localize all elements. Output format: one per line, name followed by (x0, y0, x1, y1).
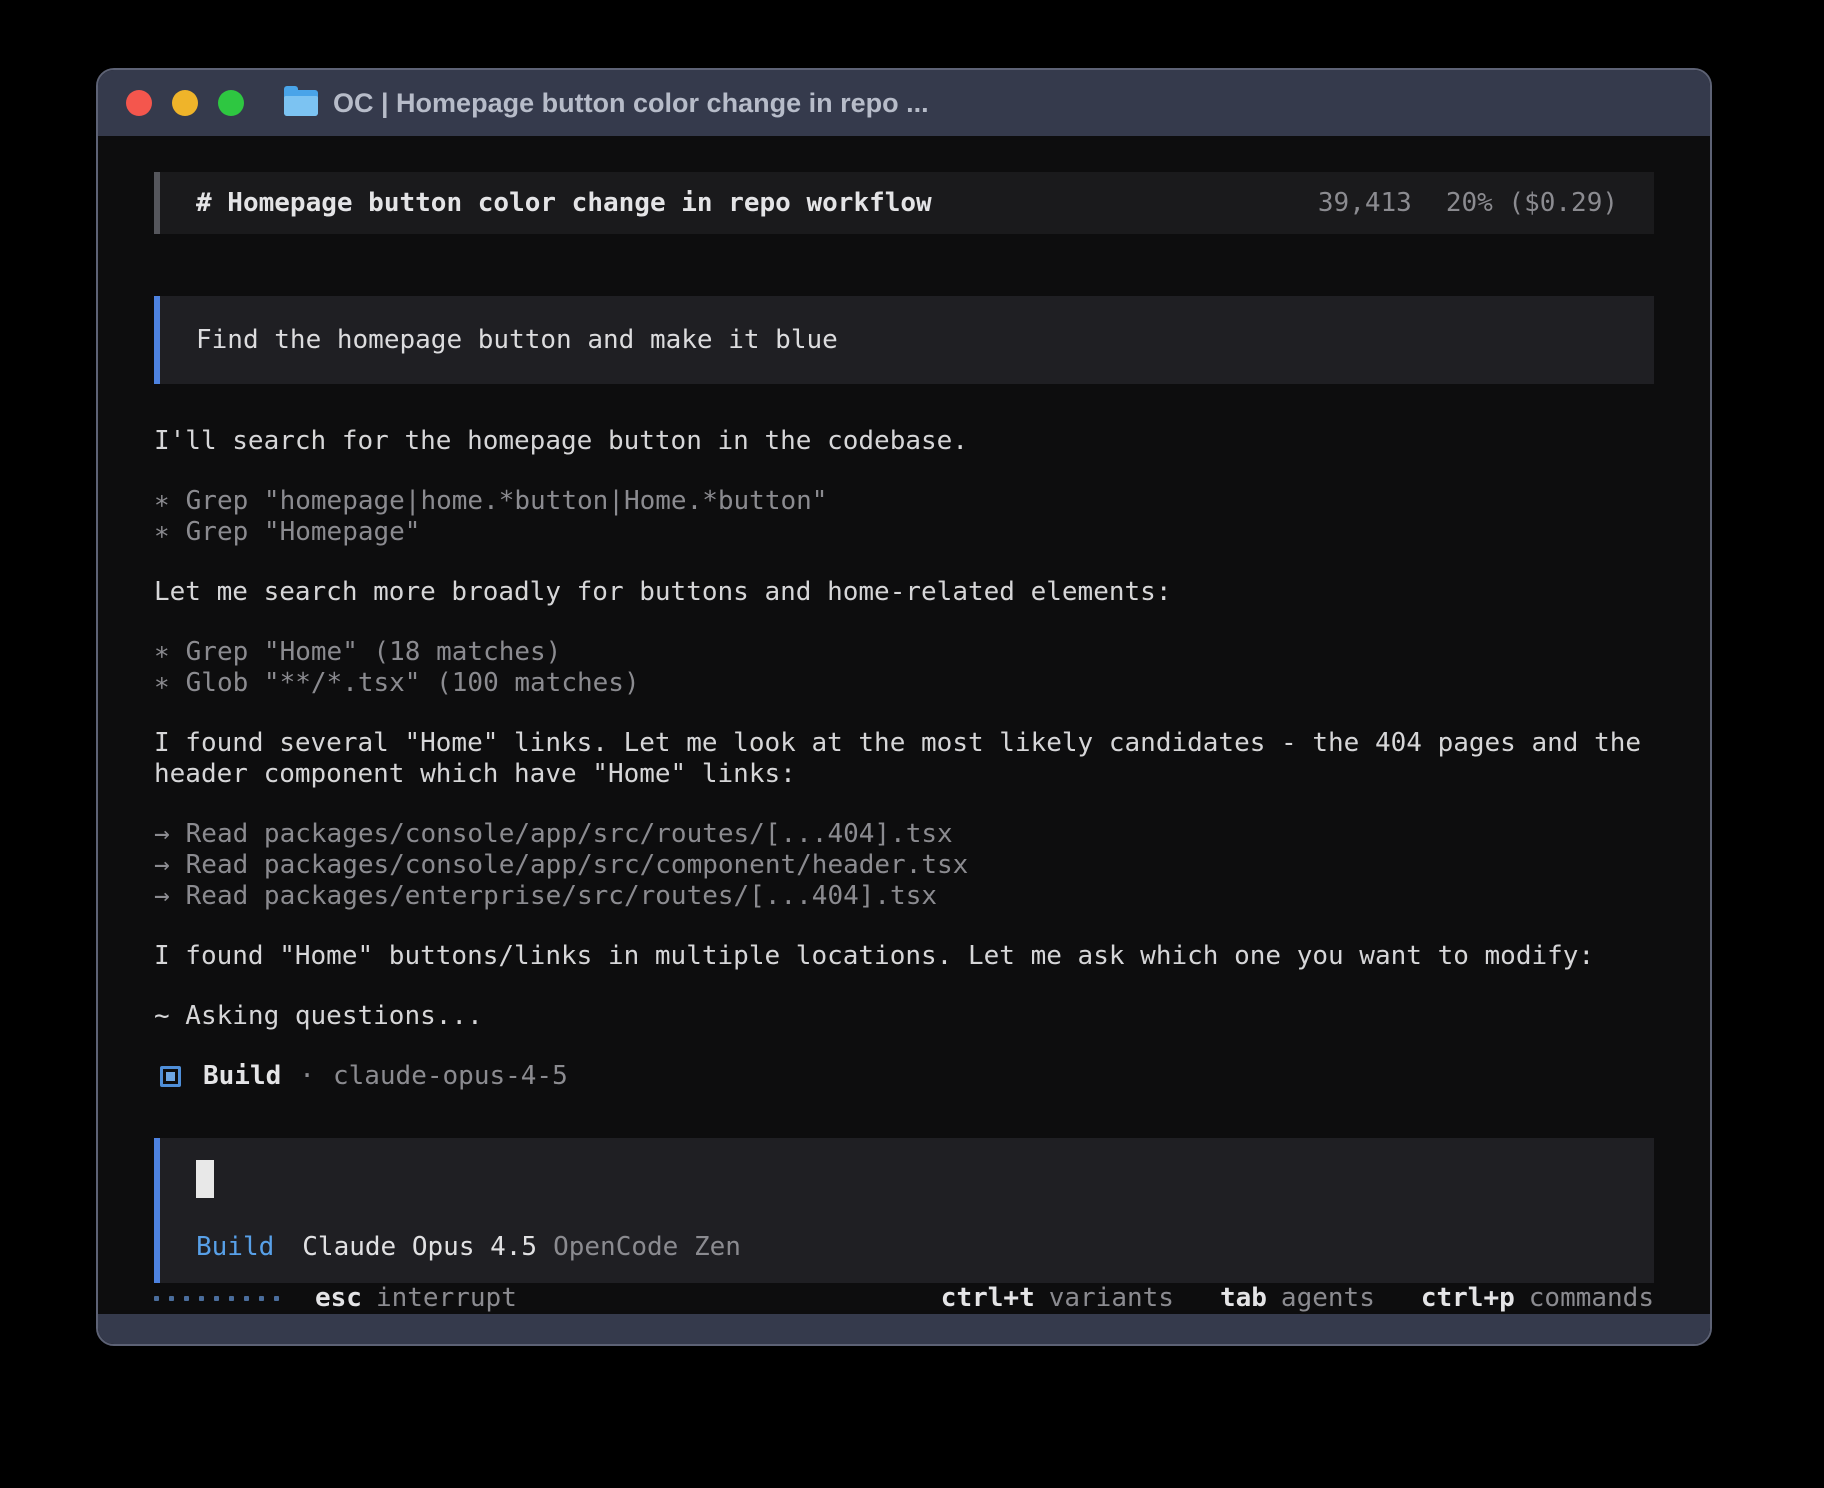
context-cost: 20% ($0.29) (1446, 188, 1618, 219)
dot-separator: · (299, 1061, 315, 1092)
assistant-paragraph: I found several "Home" links. Let me loo… (154, 728, 1654, 790)
agent-build-icon (160, 1066, 181, 1087)
assistant-paragraph: I found "Home" buttons/links in multiple… (154, 941, 1654, 972)
arrow-right-icon: → (154, 850, 170, 881)
session-stats: 39,413 20% ($0.29) (1318, 188, 1618, 219)
statusbar-right: ctrl+t variants tab agents ctrl+p comman… (941, 1283, 1654, 1314)
spinner-dots-icon (154, 1296, 279, 1301)
asterisk-icon: ∗ (154, 517, 170, 548)
token-count: 39,413 (1318, 188, 1412, 219)
status-asking-questions: ~ Asking questions... (154, 1001, 1654, 1032)
user-message: Find the homepage button and make it blu… (154, 296, 1654, 384)
agent-model: claude-opus-4-5 (333, 1061, 568, 1092)
session-title: # Homepage button color change in repo w… (196, 188, 932, 219)
traffic-lights (126, 90, 244, 116)
input-model[interactable]: Claude Opus 4.5 (302, 1232, 537, 1263)
tool-call-grep: ∗Grep "Homepage" (154, 517, 1654, 548)
input-meta-row: Build Claude Opus 4.5 OpenCode Zen (196, 1232, 1618, 1263)
shortcut-agents: tab agents (1220, 1283, 1375, 1314)
session-header: # Homepage button color change in repo w… (154, 172, 1654, 234)
agent-status-row: Build · claude-opus-4-5 (160, 1061, 1654, 1092)
tool-call-read: →Read packages/enterprise/src/routes/[..… (154, 881, 1654, 912)
tool-call-glob: ∗Glob "**/*.tsx" (100 matches) (154, 668, 1654, 699)
window-bottom-chrome (98, 1314, 1710, 1344)
user-message-text: Find the homepage button and make it blu… (196, 325, 838, 356)
terminal-window: OC | Homepage button color change in rep… (96, 68, 1712, 1346)
zoom-button[interactable] (218, 90, 244, 116)
minimize-button[interactable] (172, 90, 198, 116)
shortcut-commands: ctrl+p commands (1421, 1283, 1654, 1314)
agent-name: Build (203, 1061, 281, 1092)
titlebar-title-group: OC | Homepage button color change in rep… (284, 88, 929, 119)
asterisk-icon: ∗ (154, 486, 170, 517)
tool-call-read: →Read packages/console/app/src/routes/[.… (154, 819, 1654, 850)
asterisk-icon: ∗ (154, 668, 170, 699)
asterisk-icon: ∗ (154, 637, 170, 668)
statusbar: esc interrupt ctrl+t variants tab agents… (154, 1283, 1654, 1314)
arrow-right-icon: → (154, 819, 170, 850)
window-titlebar[interactable]: OC | Homepage button color change in rep… (98, 70, 1710, 136)
close-button[interactable] (126, 90, 152, 116)
input-mode[interactable]: Build (196, 1232, 274, 1263)
shortcut-interrupt: esc interrupt (315, 1283, 517, 1314)
prompt-input[interactable]: Build Claude Opus 4.5 OpenCode Zen (154, 1138, 1654, 1283)
assistant-paragraph: Let me search more broadly for buttons a… (154, 577, 1654, 608)
terminal-content: # Homepage button color change in repo w… (98, 136, 1710, 1314)
tool-call-grep: ∗Grep "Home" (18 matches) (154, 637, 1654, 668)
window-title: OC | Homepage button color change in rep… (333, 88, 929, 119)
shortcut-variants: ctrl+t variants (941, 1283, 1174, 1314)
statusbar-left: esc interrupt (154, 1283, 517, 1314)
text-cursor (196, 1160, 214, 1198)
tool-call-read: →Read packages/console/app/src/component… (154, 850, 1654, 881)
tool-call-group: ∗Grep "Home" (18 matches) ∗Glob "**/*.ts… (154, 637, 1654, 699)
assistant-paragraph: I'll search for the homepage button in t… (154, 426, 1654, 457)
tool-call-group: ∗Grep "homepage|home.*button|Home.*butto… (154, 486, 1654, 548)
input-provider: OpenCode Zen (553, 1232, 741, 1263)
tool-call-grep: ∗Grep "homepage|home.*button|Home.*butto… (154, 486, 1654, 517)
tool-call-group: →Read packages/console/app/src/routes/[.… (154, 819, 1654, 912)
arrow-right-icon: → (154, 881, 170, 912)
folder-icon (284, 90, 318, 116)
